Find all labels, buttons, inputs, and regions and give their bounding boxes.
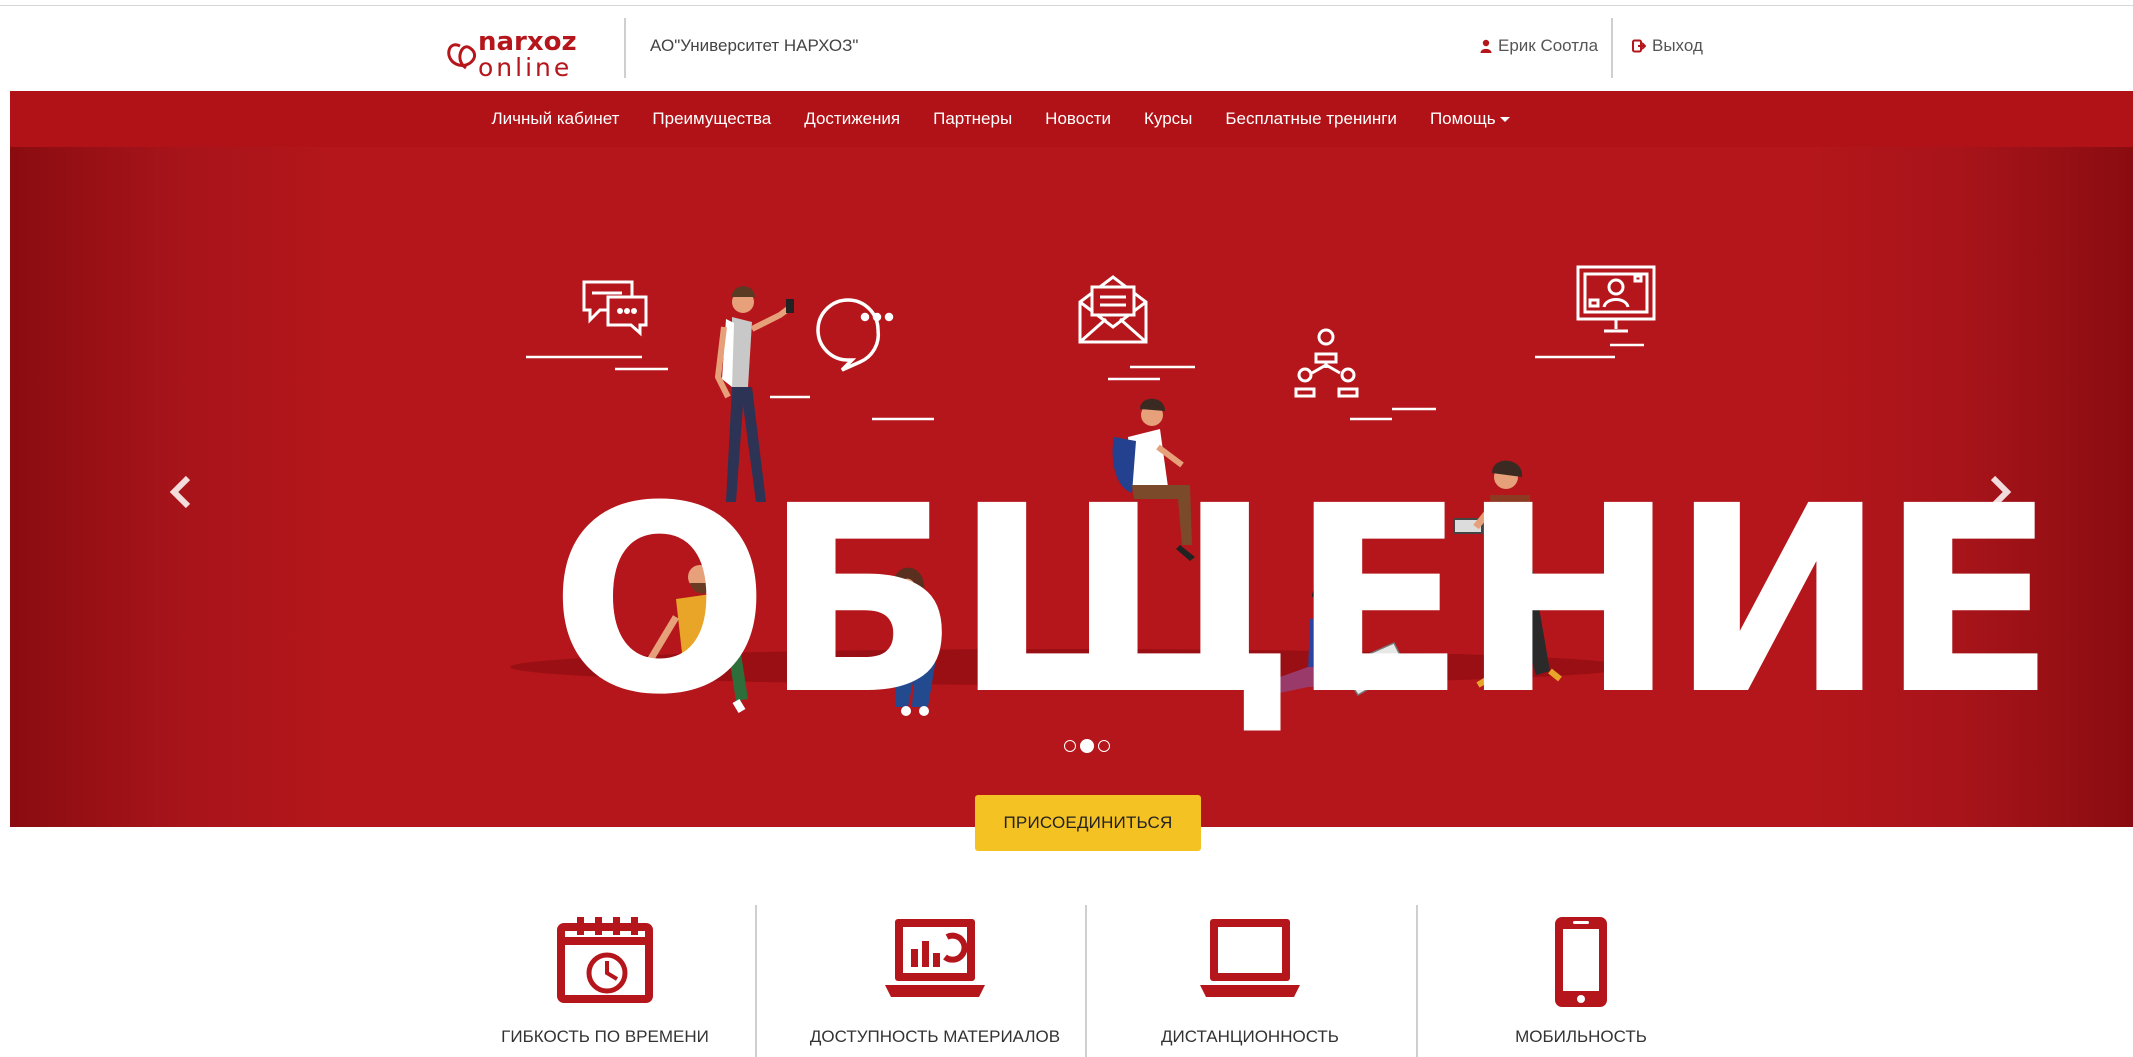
smartphone-icon	[1555, 917, 1607, 1007]
laptop-icon	[1200, 919, 1300, 997]
feature-label-availability: ДОСТУПНОСТЬ МАТЕРИАЛОВ	[809, 1027, 1061, 1046]
nav-item-cabinet[interactable]: Личный кабинет	[475, 109, 636, 129]
logout-label: Выход	[1652, 36, 1703, 55]
join-button[interactable]: ПРИСОЕДИНИТЬСЯ	[975, 795, 1201, 851]
feature-availability: ДОСТУПНОСТЬ МАТЕРИАЛОВ	[770, 905, 1100, 1057]
network-icon	[1294, 328, 1359, 398]
feature-label-distance: ДИСТАНЦИОННОСТЬ	[1161, 1027, 1339, 1046]
site-header: narxoz online АО"Университет НАРХОЗ" Ери…	[0, 6, 2133, 91]
feature-divider	[755, 905, 757, 1057]
narxoz-logo[interactable]: narxoz online	[442, 20, 602, 80]
feature-label-mobility: МОБИЛЬНОСТЬ	[1515, 1027, 1647, 1046]
carousel-dot-3[interactable]	[1098, 740, 1110, 752]
feature-distance: ДИСТАНЦИОННОСТЬ	[1085, 905, 1415, 1057]
nav-item-courses[interactable]: Курсы	[1127, 109, 1208, 129]
features-row: ГИБКОСТЬ ПО ВРЕМЕНИ ДОСТУПНОСТЬ МАТЕРИАЛ…	[440, 905, 1700, 1057]
decorative-lines	[526, 343, 1644, 421]
monitor-user-icon	[1576, 265, 1656, 333]
carousel-dot-1[interactable]	[1064, 740, 1076, 752]
laptop-chart-icon	[885, 919, 985, 997]
main-nav: Личный кабинет Преимущества Достижения П…	[10, 91, 2133, 147]
nav-item-help-label: Помощь	[1429, 109, 1496, 128]
logout-link[interactable]: Выход	[1632, 36, 1703, 56]
nav-item-partners[interactable]: Партнеры	[917, 109, 1029, 129]
header-divider	[1611, 18, 1613, 78]
feature-flexibility: ГИБКОСТЬ ПО ВРЕМЕНИ	[440, 905, 770, 1057]
carousel-prev-arrow[interactable]	[162, 472, 202, 512]
sign-out-icon	[1632, 39, 1646, 53]
nav-item-achievements[interactable]: Достижения	[788, 109, 917, 129]
caret-down-icon	[1499, 117, 1510, 123]
carousel-next-arrow[interactable]	[1979, 472, 2019, 512]
hero-carousel: ОБЩЕНИЕ	[10, 147, 2133, 827]
nav-item-help[interactable]: Помощь	[1413, 109, 1526, 129]
nav-item-news[interactable]: Новости	[1029, 109, 1128, 129]
carousel-indicators	[1064, 739, 1110, 753]
logo-text-bottom: online	[478, 53, 572, 80]
feature-label-flexibility: ГИБКОСТЬ ПО ВРЕМЕНИ	[501, 1027, 709, 1046]
user-icon	[1480, 39, 1492, 53]
logo-divider	[624, 18, 626, 78]
nav-item-free-trainings[interactable]: Бесплатные тренинги	[1209, 109, 1414, 129]
user-profile-link[interactable]: Ерик Соотла	[1480, 36, 1598, 56]
nav-list: Личный кабинет Преимущества Достижения П…	[475, 91, 1526, 147]
calendar-clock-icon	[557, 917, 653, 1003]
user-name: Ерик Соотла	[1498, 36, 1599, 55]
feature-mobility: МОБИЛЬНОСТЬ	[1416, 905, 1746, 1057]
organization-name: АО"Университет НАРХОЗ"	[650, 36, 859, 55]
envelope-icon	[1078, 275, 1148, 344]
hero-headline: ОБЩЕНИЕ	[550, 451, 2056, 751]
speech-bubble-icon	[816, 298, 894, 372]
chat-bubbles-icon	[582, 280, 648, 337]
nav-item-advantages[interactable]: Преимущества	[636, 109, 788, 129]
carousel-dot-2[interactable]	[1080, 739, 1094, 753]
